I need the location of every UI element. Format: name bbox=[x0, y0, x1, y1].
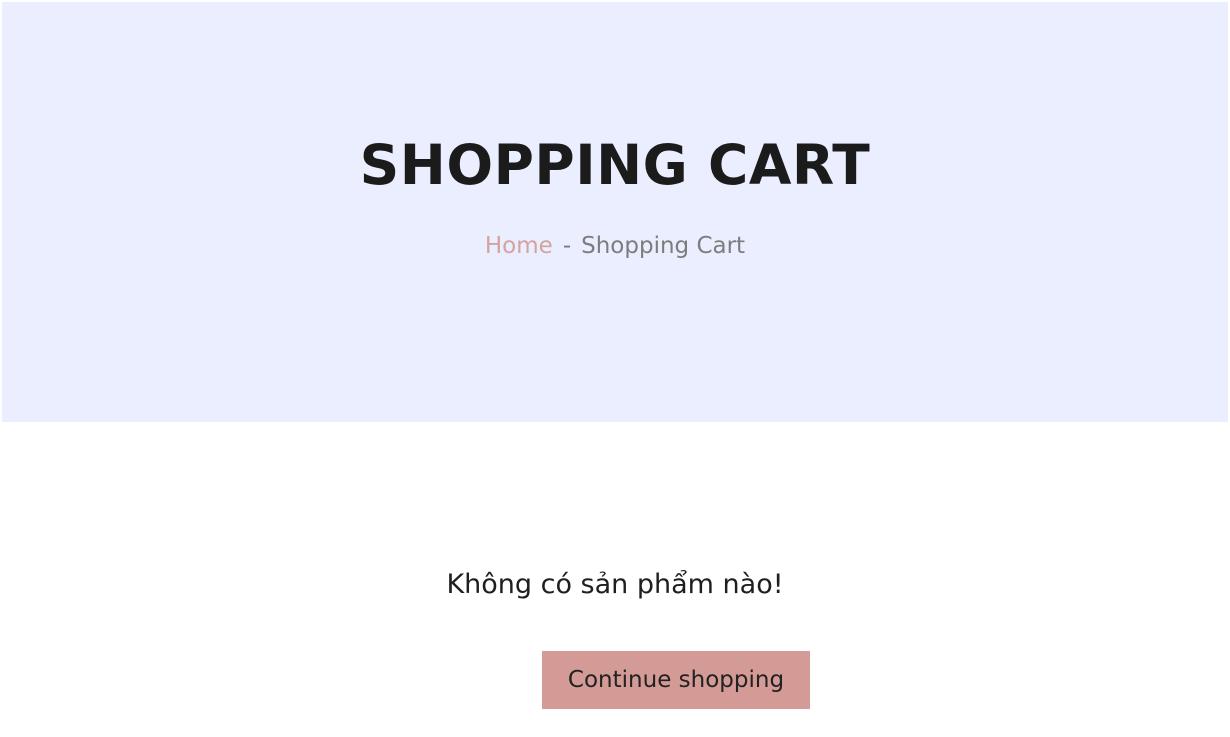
breadcrumb-separator: - bbox=[562, 233, 572, 259]
empty-cart-message: Không có sản phẩm nào! bbox=[446, 569, 784, 600]
breadcrumb-home-link[interactable]: Home bbox=[485, 233, 553, 259]
breadcrumb-current: Shopping Cart bbox=[581, 233, 746, 259]
shopping-cart-page: SHOPPING CART Home - Shopping Cart Không c… bbox=[0, 0, 1230, 737]
continue-shopping-button[interactable]: Continue shopping bbox=[542, 651, 810, 709]
breadcrumb: Home - Shopping Cart bbox=[0, 230, 1230, 262]
page-hero-banner bbox=[2, 2, 1228, 422]
page-title: SHOPPING CART bbox=[359, 133, 871, 197]
